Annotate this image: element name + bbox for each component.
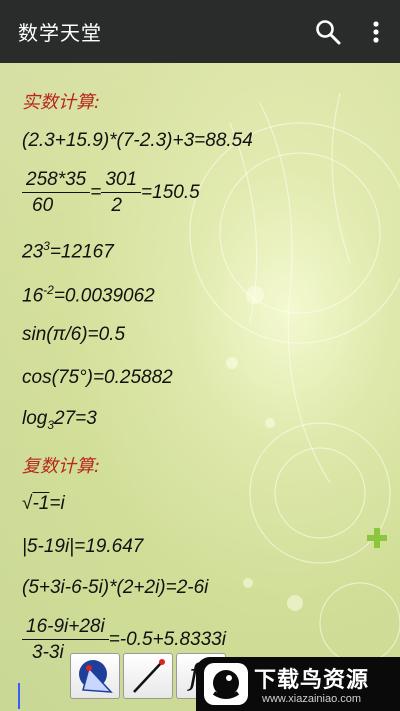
fraction: 301 2 <box>101 169 142 217</box>
cone-icon <box>79 660 113 693</box>
text-cursor <box>18 683 20 709</box>
fraction-result: =150.5 <box>141 182 200 203</box>
log-prefix: log <box>22 408 48 429</box>
numerator: 258*35 <box>22 169 91 193</box>
power-base: 23 <box>22 241 44 263</box>
power-base: 16 <box>22 285 44 307</box>
fraction-result: =-0.5+5.8333i <box>108 629 226 650</box>
fraction-line: 258*35 60 = 301 2 =150.5 <box>22 169 200 217</box>
line-icon <box>133 659 165 693</box>
numerator: 16-9i+28i <box>22 616 109 640</box>
log-line: log327=3 <box>22 408 97 432</box>
log-rest: 27=3 <box>54 408 97 429</box>
power-exponent: -2 <box>43 283 54 297</box>
complex-heading: 复数计算: <box>22 456 101 477</box>
watermark-url: www.xiazainiao.com <box>262 693 362 705</box>
watermark-brand: 下载鸟资源 <box>254 668 370 693</box>
results-area: 实数计算: (2.3+15.9)*(7-2.3)+3=88.54 258*35 … <box>0 63 400 711</box>
app-title: 数学天堂 <box>18 21 102 45</box>
denominator: 60 <box>32 195 54 216</box>
app-bar: 数学天堂 <box>0 0 400 63</box>
power-exponent: 3 <box>43 239 50 253</box>
bird-logo-icon <box>204 663 248 705</box>
equals-sign: = <box>90 182 102 203</box>
sqrt-radicand: -1 <box>32 493 50 514</box>
sin-line: sin(π/6)=0.5 <box>22 324 126 345</box>
abs-line: |5-19i|=19.647 <box>22 536 144 557</box>
expr-line: (2.3+15.9)*(7-2.3)+3=88.54 <box>22 130 253 151</box>
add-icon[interactable] <box>366 527 388 549</box>
more-vert-icon[interactable] <box>366 18 386 46</box>
power-result: =12167 <box>49 241 114 263</box>
line-tool-button[interactable] <box>123 653 173 699</box>
real-heading: 实数计算: <box>22 92 101 113</box>
cos-line: cos(75°)=0.25882 <box>22 367 173 388</box>
graph-3d-button[interactable] <box>70 653 120 699</box>
sqrt-line: √-1=i <box>22 493 65 515</box>
search-icon[interactable] <box>314 18 342 46</box>
fraction: 258*35 60 <box>22 169 91 217</box>
watermark-banner: 下载鸟资源 www.xiazainiao.com <box>196 657 400 711</box>
denominator: 2 <box>111 195 122 216</box>
numerator: 301 <box>101 169 142 193</box>
sqrt-result: =i <box>49 493 65 514</box>
power-result: =0.0039062 <box>53 285 155 307</box>
neg-power-line: 16-2=0.0039062 <box>22 283 155 307</box>
product-line: (5+3i-6-5i)*(2+2i)=2-6i <box>22 577 209 598</box>
power-line: 233=12167 <box>22 239 114 263</box>
sqrt-symbol: √ <box>22 493 33 514</box>
